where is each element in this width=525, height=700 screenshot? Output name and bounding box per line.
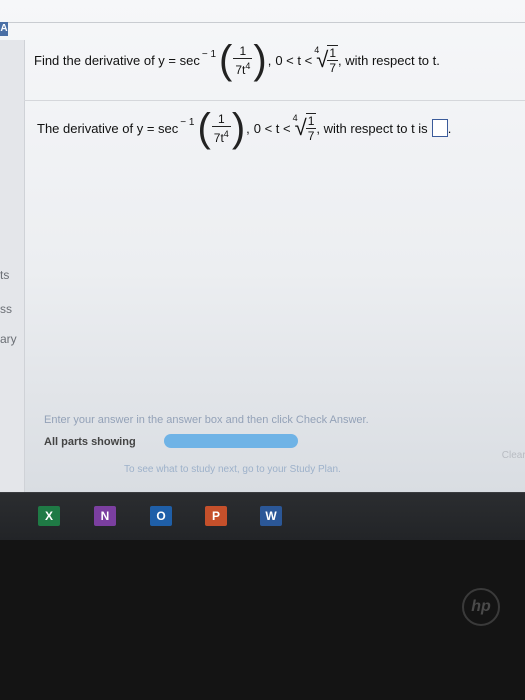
taskbar: X N O P W <box>0 492 525 541</box>
root-index: 4 <box>292 113 298 123</box>
root-fraction: 1 7 <box>305 113 317 143</box>
root-numerator: 1 <box>329 46 336 60</box>
answer-input-box[interactable] <box>431 119 448 137</box>
excel-icon[interactable]: X <box>38 506 60 526</box>
study-plan-link[interactable]: To see what to study next, go to your St… <box>124 464 341 475</box>
outlook-icon[interactable]: O <box>150 506 172 526</box>
question-content: Find the derivative of y = sec − 1 ( 1 7… <box>24 22 525 492</box>
right-paren: ) <box>231 106 246 150</box>
footer-panel: Enter your answer in the answer box and … <box>34 410 525 492</box>
right-paren: ) <box>253 38 267 82</box>
progress-fill <box>164 434 298 448</box>
all-parts-label: All parts showing <box>44 436 136 448</box>
condition: 0 < t < <box>253 120 291 136</box>
condition: 0 < t < <box>275 52 313 68</box>
corner-logo-icon: A <box>0 22 8 36</box>
fraction-denominator: 7t4 <box>233 57 253 77</box>
browser-viewport: A ts ss ary Find the derivative of y = s… <box>0 0 525 492</box>
inverse-exponent: − 1 <box>201 48 217 60</box>
hp-logo-icon: hp <box>462 588 500 626</box>
divider <box>24 100 525 101</box>
fraction: 1 7t4 <box>211 111 231 145</box>
comma: , <box>246 120 250 136</box>
fraction: 1 7t4 <box>233 43 253 77</box>
problem-suffix: , with respect to t. <box>338 52 440 68</box>
problem-statement: Find the derivative of y = sec − 1 ( 1 7… <box>34 40 440 80</box>
left-paren: ( <box>219 38 233 82</box>
sidebar-item-label[interactable]: ss <box>0 302 12 316</box>
sidebar-item-label[interactable]: ts <box>0 268 9 282</box>
word-icon[interactable]: W <box>260 506 282 526</box>
root-fraction: 1 7 <box>327 45 338 75</box>
answer-prefix: The derivative of y = sec <box>37 120 179 136</box>
answer-statement: The derivative of y = sec − 1 ( 1 7t4 ) … <box>37 108 451 148</box>
root-numerator: 1 <box>307 114 315 128</box>
root-index: 4 <box>314 45 320 55</box>
fourth-root: 4 √ 1 7 <box>314 45 338 75</box>
fraction-numerator: 1 <box>217 111 225 126</box>
problem-prefix: Find the derivative of y = sec <box>34 52 200 68</box>
sidebar-item-label[interactable]: ary <box>0 332 17 346</box>
inverse-exponent: − 1 <box>180 116 195 128</box>
instruction-text: Enter your answer in the answer box and … <box>44 414 369 426</box>
answer-trailing: . <box>447 120 452 136</box>
fourth-root: 4 √ 1 7 <box>293 113 317 143</box>
progress-bar <box>164 434 298 448</box>
left-paren: ( <box>197 106 211 150</box>
clear-all-button[interactable]: Clear All <box>502 450 525 461</box>
onenote-icon[interactable]: N <box>94 506 116 526</box>
root-denominator: 7 <box>305 128 317 143</box>
powerpoint-icon[interactable]: P <box>205 506 227 526</box>
root-denominator: 7 <box>327 60 338 75</box>
fraction-numerator: 1 <box>239 43 247 58</box>
comma: , <box>267 52 272 68</box>
laptop-bezel <box>0 540 525 700</box>
fraction-denominator: 7t4 <box>211 125 231 145</box>
left-sidebar: ts ss ary <box>0 40 25 492</box>
answer-suffix: , with respect to t is <box>316 120 428 136</box>
